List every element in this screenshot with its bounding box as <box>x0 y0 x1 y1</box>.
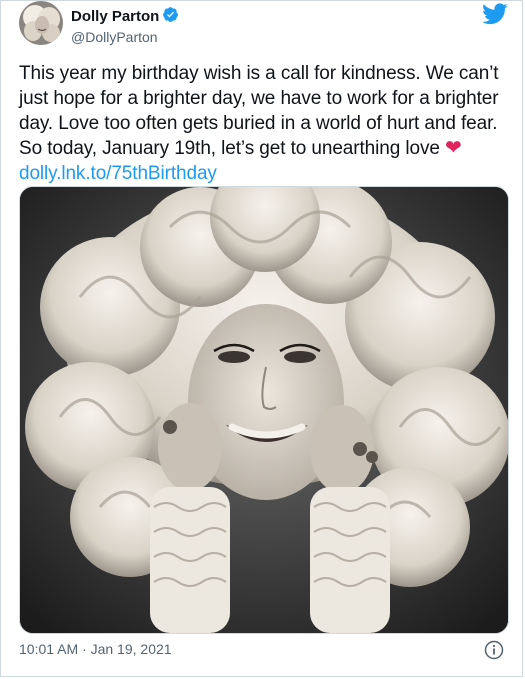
red-heart-emoji: ❤ <box>445 137 462 159</box>
twitter-bird-icon[interactable] <box>482 3 508 30</box>
avatar[interactable] <box>19 1 63 45</box>
display-name-text: Dolly Parton <box>71 8 160 25</box>
author-names: Dolly Parton @DollyParton <box>71 6 179 45</box>
verified-badge-icon <box>162 6 179 27</box>
tweet-card: Dolly Parton @DollyParton This year my b… <box>0 0 523 677</box>
tweet-body: This year my birthday wish is a call for… <box>19 63 499 159</box>
display-name[interactable]: Dolly Parton <box>71 6 179 27</box>
tweet-link[interactable]: dolly.lnk.to/75thBirthday <box>19 163 217 184</box>
tweet-timestamp[interactable]: 10:01 AM · Jan 19, 2021 <box>19 641 172 657</box>
author-handle[interactable]: @DollyParton <box>71 29 179 45</box>
tweet-text: This year my birthday wish is a call for… <box>19 61 509 186</box>
info-icon[interactable] <box>484 640 504 665</box>
tweet-photo[interactable] <box>19 186 509 634</box>
tweet-header: Dolly Parton @DollyParton <box>19 1 508 51</box>
